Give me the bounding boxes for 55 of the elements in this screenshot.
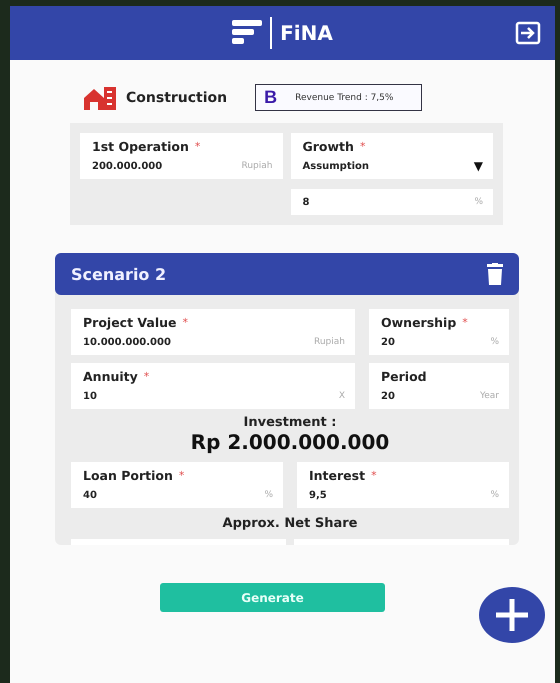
field-label: Loan Portion [83,468,173,482]
field-label: Ownership [381,314,456,330]
field-label: Period [381,368,427,384]
required-mark: * [194,140,200,152]
field-label: Annuity [83,368,138,384]
unit-label: % [474,197,483,207]
field-label: Interest [309,468,366,482]
field-value: 20 [381,390,395,402]
investment-label: Investment : [244,415,336,430]
unit-label: % [264,490,273,500]
net-share-label: Approx. Net Share [222,516,358,531]
input-field[interactable]: Ownership * 20 % [369,309,509,355]
field-value: 20 [381,336,395,348]
input-field[interactable]: 1st Operation * 200.000.000 Rupiah [80,133,282,179]
required-mark: * [178,468,184,482]
trash-icon[interactable] [487,263,503,285]
field-label: 1st Operation [92,138,189,154]
input-field[interactable]: Period 20 Year [369,363,509,409]
input-field[interactable]: Project Value * 10.000.000.000 Rupiah [71,309,355,355]
app-title: FiNA [280,21,333,45]
logo-icon [232,20,262,46]
logout-icon[interactable] [515,21,541,45]
field-value: 10.000.000.000 [83,336,171,348]
unit-label: Rupiah [314,337,345,347]
dropdown-caret: ▼ [474,159,483,173]
field-value: 8 [302,196,310,208]
required-mark: * [144,370,150,382]
field-value: 200.000.000 [92,160,162,172]
revenue-trend-text: Revenue Trend : 7,5% [295,92,394,102]
input-field[interactable]: Interest * 9,5 % [297,462,509,508]
plus-icon [494,597,530,633]
building-icon [84,86,116,110]
field-label: Growth [302,138,354,154]
unit-label: Year [480,391,499,401]
field-value: 40 [83,490,97,500]
investment-value: Rp 2.000.000.000 [190,430,390,454]
field-value: 9,5 [309,490,327,500]
required-mark: * [371,468,377,482]
input-field[interactable]: Loan Portion * 40 % [71,462,283,508]
dropdown-field[interactable]: Growth * Assumption ▼ [290,133,493,179]
input-field[interactable]: Annuity * 10 X [71,363,355,409]
unit-label: % [490,337,499,347]
unit-label: Rupiah [242,161,272,171]
grade-letter: B [264,87,278,108]
scenario-title: Scenario 2 [71,264,166,284]
select-value: Assumption [302,160,370,172]
unit-label: % [490,490,499,500]
required-mark: * [360,140,366,152]
field-label: Project Value [83,314,176,330]
required-mark: * [462,316,468,328]
unit-label: X [338,391,345,401]
input-field[interactable]: 8 % [290,189,493,215]
required-mark: * [182,316,188,328]
field-value: 10 [83,390,97,402]
sector-name: Construction [126,90,228,106]
